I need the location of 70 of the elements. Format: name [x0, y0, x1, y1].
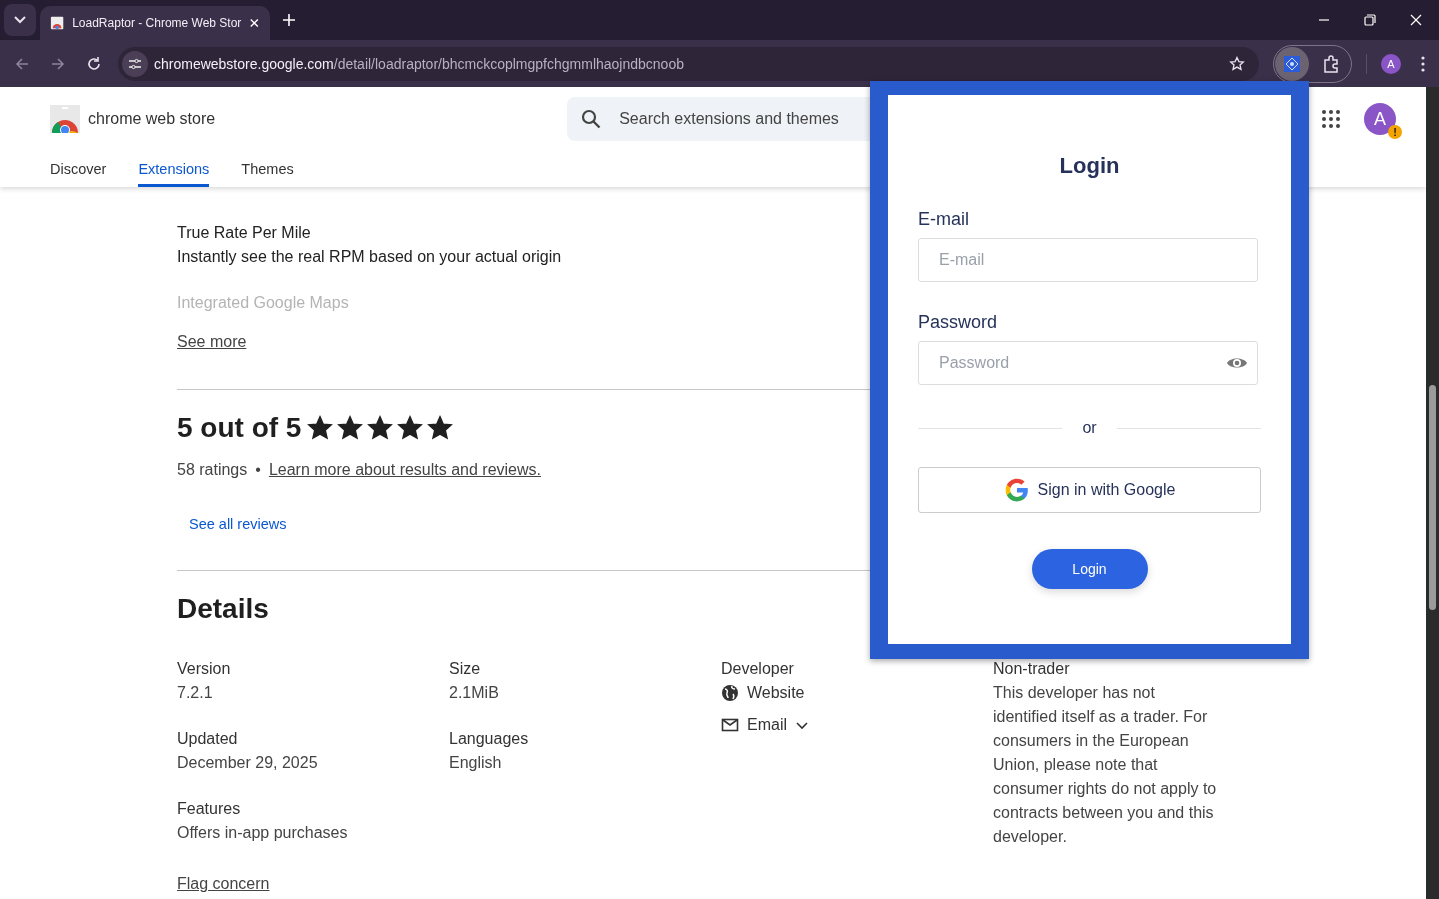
developer-link[interactable]: Email: [721, 713, 993, 737]
globe-icon: [721, 684, 739, 702]
new-tab-icon[interactable]: [282, 13, 296, 27]
divider-text: or: [1082, 419, 1097, 437]
detail-value: English: [449, 753, 503, 773]
google-icon: [1003, 477, 1030, 503]
store-favicon: [50, 15, 65, 31]
url-text: chromewebstore.google.com/detail/loadraptor/bhcmckcoplmgpfchgmmlhaojndbcnoob: [154, 55, 684, 72]
back-icon[interactable]: [14, 55, 30, 72]
developer-link[interactable]: Website: [721, 681, 993, 705]
detail-value: This developer has not identified itself as a trader. For consumers in the European Union, please note that consumer rights do not apply to contracts between you and this developer.: [993, 683, 1218, 847]
see-more-link[interactable]: See more: [177, 333, 247, 351]
detail-label: Non-trader: [993, 659, 1071, 679]
star-icon: [427, 415, 454, 441]
more-menu-icon[interactable]: [1421, 55, 1425, 72]
site-settings-icon[interactable]: [122, 50, 148, 77]
detail-value: 7.2.1: [177, 683, 214, 703]
star-icon: [337, 415, 364, 441]
login-button[interactable]: Login: [1031, 549, 1148, 589]
email-field[interactable]: E-mail: [918, 238, 1258, 282]
detail-label: Developer: [721, 659, 795, 679]
see-all-reviews-link[interactable]: See all reviews: [189, 516, 287, 532]
mail-icon: [721, 716, 739, 734]
detail-value: December 29, 2025: [177, 753, 319, 773]
tab-title: LoadRaptor - Chrome Web Stor: [72, 16, 242, 30]
reload-icon[interactable]: [86, 55, 102, 72]
detail-label: Features: [177, 799, 242, 819]
separator: •: [255, 461, 261, 479]
close-icon[interactable]: [1410, 14, 1422, 26]
apps-grid-icon[interactable]: [1322, 110, 1340, 128]
detail-value: 2.1MiB: [449, 683, 500, 703]
store-name[interactable]: chrome web store: [88, 110, 216, 128]
star-icon: [367, 415, 394, 441]
star-icon: [397, 415, 424, 441]
nav-tab[interactable]: Discover: [50, 151, 107, 187]
extension-icon[interactable]: [1275, 46, 1309, 81]
detail-label: Updated: [177, 729, 239, 749]
google-sign-in-button[interactable]: Sign in with Google: [918, 467, 1261, 513]
forward-icon[interactable]: [50, 55, 66, 72]
profile-avatar[interactable]: A: [1381, 53, 1401, 74]
detail-label: Languages: [449, 729, 530, 749]
faded-description-text: Integrated Google Maps: [177, 293, 349, 313]
ratings-count: 58 ratings: [177, 461, 248, 479]
detail-value: Offers in-app purchases: [177, 823, 349, 843]
store-logo-icon: [50, 105, 80, 133]
details-heading: Details: [177, 593, 270, 625]
detail-label: Size: [449, 659, 482, 679]
eye-icon[interactable]: [1226, 356, 1248, 370]
detail-label: Version: [177, 659, 232, 679]
tab-search-icon[interactable]: [4, 4, 36, 36]
address-bar[interactable]: chromewebstore.google.com/detail/loadraptor/bhcmckcoplmgpfchgmmlhaojndbcnoob: [118, 46, 1259, 81]
close-icon[interactable]: [249, 17, 260, 29]
field-label: E-mail: [918, 209, 970, 230]
puzzle-icon[interactable]: [1321, 53, 1341, 74]
nav-tab[interactable]: Themes: [241, 151, 294, 187]
password-field[interactable]: Password: [918, 341, 1258, 385]
warning-badge: !: [1388, 125, 1402, 139]
search-icon[interactable]: [581, 109, 602, 129]
browser-tab[interactable]: LoadRaptor - Chrome Web Stor: [40, 6, 270, 40]
scrollbar[interactable]: [1426, 87, 1439, 899]
description-text: True Rate Per Mile Instantly see the real RPM based on your actual origin: [177, 223, 562, 267]
rating-title: 5 out of 5: [177, 412, 302, 444]
star-icon: [307, 415, 334, 441]
learn-more-link[interactable]: Learn more about results and reviews.: [268, 461, 541, 479]
login-title: Login: [1058, 153, 1121, 179]
bookmark-star-icon[interactable]: [1229, 55, 1245, 72]
restore-icon[interactable]: [1364, 14, 1376, 26]
field-label: Password: [918, 312, 999, 333]
flag-concern-link[interactable]: Flag concern: [177, 875, 270, 893]
nav-tab[interactable]: Extensions: [138, 151, 210, 187]
